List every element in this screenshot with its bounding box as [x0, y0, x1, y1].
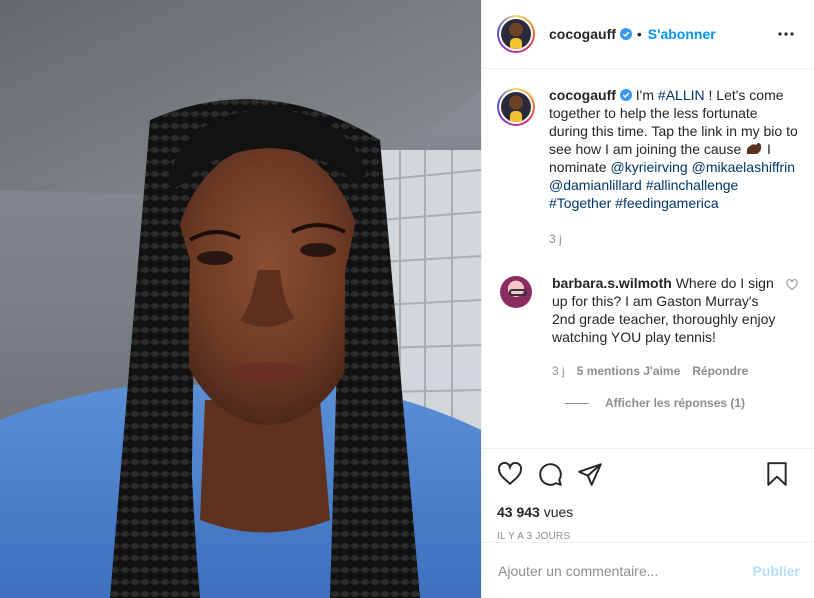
- post-video[interactable]: [0, 0, 481, 598]
- video-frame: [0, 0, 481, 598]
- hashtag-link[interactable]: #ALLIN: [658, 87, 705, 103]
- follow-button[interactable]: S'abonner: [648, 26, 716, 42]
- view-replies-button[interactable]: Afficher les réponses (1): [565, 396, 798, 410]
- caption-age[interactable]: 3 j: [549, 230, 562, 248]
- comment-likes[interactable]: 5 mentions J'aime: [577, 362, 681, 380]
- mention-link[interactable]: @mikaelashiffrin: [692, 159, 795, 175]
- view-count[interactable]: 43 943 vues: [497, 504, 800, 520]
- comment-icon[interactable]: [537, 461, 563, 487]
- header-author: cocogauff • S'abonner: [549, 26, 716, 42]
- post-details-panel: cocogauff • S'abonner cocogauff I'm #ALL…: [481, 0, 814, 598]
- publish-button[interactable]: Publier: [753, 563, 800, 579]
- more-options-icon[interactable]: [774, 22, 798, 46]
- author-username[interactable]: cocogauff: [549, 26, 616, 42]
- hashtag-link[interactable]: #feedingamerica: [615, 195, 719, 211]
- reply-button[interactable]: Répondre: [692, 362, 748, 380]
- caption: cocogauff I'm #ALLIN ! Let's come togeth…: [497, 86, 798, 248]
- comment: barbara.s.wilmoth Where do I sign up for…: [497, 274, 798, 380]
- caption-meta: 3 j: [549, 230, 798, 248]
- mention-link[interactable]: @kyrieirving: [610, 159, 687, 175]
- avatar-image: [501, 19, 531, 49]
- header-separator: •: [636, 26, 642, 42]
- avatar-image: [501, 92, 531, 122]
- commenter-username[interactable]: barbara.s.wilmoth: [552, 275, 672, 291]
- comments-list[interactable]: cocogauff I'm #ALLIN ! Let's come togeth…: [482, 70, 814, 448]
- verified-badge-icon: [619, 89, 632, 101]
- replies-divider: [565, 402, 589, 404]
- view-count-number: 43 943: [497, 504, 540, 520]
- hashtag-link[interactable]: #allinchallenge: [646, 177, 739, 193]
- author-avatar[interactable]: [497, 15, 535, 53]
- flexed-biceps-emoji: [746, 143, 762, 154]
- post-timestamp[interactable]: IL Y A 3 JOURS: [497, 531, 800, 542]
- hashtag-link[interactable]: #Together: [549, 195, 611, 211]
- add-comment-input[interactable]: [498, 562, 753, 579]
- post-actions: 43 943 vues IL Y A 3 JOURS: [482, 448, 814, 542]
- action-icons: [497, 459, 800, 489]
- caption-username[interactable]: cocogauff: [549, 87, 616, 103]
- heart-icon[interactable]: [497, 461, 523, 487]
- add-comment-bar: Publier: [482, 542, 814, 598]
- verified-badge-icon: [619, 28, 632, 40]
- comment-like-heart-icon[interactable]: [786, 279, 798, 291]
- caption-body: cocogauff I'm #ALLIN ! Let's come togeth…: [549, 86, 798, 248]
- comment-meta: 3 j 5 mentions J'aime Répondre: [552, 362, 778, 380]
- share-icon[interactable]: [577, 461, 603, 487]
- mention-link[interactable]: @damianlillard: [549, 177, 642, 193]
- instagram-post-window: cocogauff • S'abonner cocogauff I'm #ALL…: [0, 0, 814, 598]
- comment-age[interactable]: 3 j: [552, 362, 565, 380]
- commenter-avatar[interactable]: [500, 276, 532, 308]
- caption-text: I'm: [635, 87, 658, 103]
- view-count-label: vues: [539, 504, 574, 520]
- caption-author-avatar[interactable]: [497, 88, 535, 126]
- view-replies-label: Afficher les réponses (1): [605, 396, 746, 410]
- post-header: cocogauff • S'abonner: [482, 0, 814, 69]
- comment-body: barbara.s.wilmoth Where do I sign up for…: [552, 274, 778, 380]
- bookmark-icon[interactable]: [764, 461, 790, 487]
